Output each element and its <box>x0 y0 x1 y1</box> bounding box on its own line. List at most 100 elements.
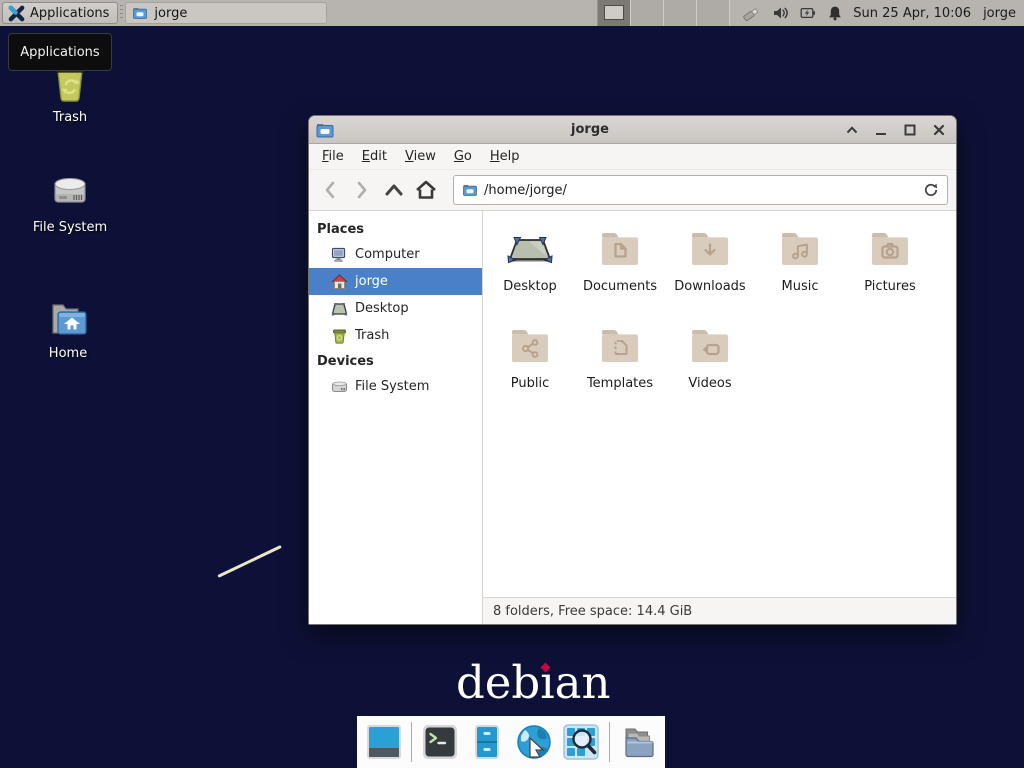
directory-menu-launcher[interactable] <box>619 723 657 761</box>
sidebar-item-jorge[interactable]: jorge <box>309 268 482 295</box>
workspace-4[interactable] <box>697 0 730 26</box>
window-content: Places Computer jorge <box>309 211 956 624</box>
close-button[interactable] <box>932 123 946 137</box>
workspace-window-thumb <box>604 5 624 20</box>
file-item-documents[interactable]: Documents <box>575 219 665 316</box>
file-manager-launcher[interactable] <box>468 723 506 761</box>
pathbar-folder-icon <box>462 182 478 198</box>
terminal-launcher[interactable] <box>421 723 459 761</box>
file-item-label: Documents <box>583 279 657 294</box>
taskbar-drag-handle[interactable] <box>120 5 123 21</box>
taskbar-window-button[interactable]: jorge <box>125 2 327 24</box>
menu-go[interactable]: Go <box>445 145 481 169</box>
panel-username: jorge <box>983 6 1016 21</box>
file-item-videos[interactable]: Videos <box>665 316 755 413</box>
folder-music-icon <box>776 225 824 273</box>
show-desktop-icon <box>367 725 401 759</box>
file-item-desktop[interactable]: Desktop <box>485 219 575 316</box>
web-browser-launcher[interactable] <box>515 723 553 761</box>
system-tray <box>742 5 843 22</box>
desktop-icon-label: File System <box>33 220 107 235</box>
sidebar-item-label: Computer <box>355 247 420 262</box>
directory-menu-folder-icon <box>619 723 657 761</box>
menu-file[interactable]: File <box>313 145 353 169</box>
folder-templates-icon <box>596 322 644 370</box>
sidebar-item-trash[interactable]: Trash <box>309 322 482 349</box>
sidebar-item-desktop[interactable]: Desktop <box>309 295 482 322</box>
file-item-label: Pictures <box>864 279 915 294</box>
volume-icon[interactable] <box>773 5 789 21</box>
home-icon <box>415 180 437 200</box>
files-area: Desktop Documents <box>483 211 956 624</box>
folder-videos-icon <box>686 322 734 370</box>
sidebar: Places Computer jorge <box>309 211 483 624</box>
window-title: jorge <box>335 122 845 137</box>
sidebar-header-devices: Devices <box>309 349 482 373</box>
removable-media-icon[interactable] <box>742 5 762 22</box>
xfce-logo-icon <box>8 5 25 22</box>
workspace-1[interactable] <box>598 0 631 26</box>
file-item-label: Videos <box>688 376 731 391</box>
application-finder-launcher[interactable] <box>562 723 600 761</box>
desktop-icon-label: Home <box>49 346 87 361</box>
desktop-pad-icon <box>506 225 554 273</box>
minimize-button[interactable] <box>874 123 888 137</box>
file-cabinet-icon <box>468 723 506 761</box>
sidebar-item-file-system[interactable]: File System <box>309 373 482 400</box>
sidebar-header-places: Places <box>309 217 482 241</box>
top-panel: Applications jorge <box>0 0 1024 26</box>
desktop-icon-label: Trash <box>53 110 87 125</box>
file-item-public[interactable]: Public <box>485 316 575 413</box>
file-item-music[interactable]: Music <box>755 219 845 316</box>
menu-view[interactable]: View <box>396 145 445 169</box>
battery-icon[interactable] <box>800 5 816 21</box>
window-titlebar[interactable]: jorge <box>309 116 956 144</box>
shade-button[interactable] <box>845 123 859 137</box>
folder-downloads-icon <box>686 225 734 273</box>
path-input[interactable] <box>484 183 917 198</box>
folder-documents-icon <box>596 225 644 273</box>
applications-menu-label: Applications <box>30 6 109 21</box>
workspace-3[interactable] <box>664 0 697 26</box>
bottom-dock <box>357 716 665 768</box>
panel-clock[interactable]: Sun 25 Apr, 10:06 <box>853 6 971 21</box>
menubar: File Edit View Go Help <box>309 144 956 170</box>
file-item-downloads[interactable]: Downloads <box>665 219 755 316</box>
window-controls <box>845 123 946 137</box>
folder-pictures-icon <box>866 225 914 273</box>
desktop-icon-file-system[interactable]: File System <box>20 168 120 235</box>
file-item-pictures[interactable]: Pictures <box>845 219 935 316</box>
pathbar[interactable] <box>453 175 948 205</box>
file-item-label: Desktop <box>503 279 557 294</box>
file-item-label: Downloads <box>674 279 745 294</box>
menu-edit[interactable]: Edit <box>353 145 396 169</box>
workspace-switcher <box>597 0 730 26</box>
notifications-bell-icon[interactable] <box>827 5 843 21</box>
forward-chevron-icon <box>356 181 368 199</box>
applications-tooltip: Applications <box>8 33 112 71</box>
home-button[interactable] <box>413 177 439 203</box>
sidebar-item-label: Trash <box>355 328 389 343</box>
menu-help[interactable]: Help <box>481 145 529 169</box>
maximize-button[interactable] <box>903 123 917 137</box>
file-item-templates[interactable]: Templates <box>575 316 665 413</box>
reload-icon[interactable] <box>923 182 939 198</box>
files-grid: Desktop Documents <box>483 211 956 597</box>
forward-button[interactable] <box>349 177 375 203</box>
file-manager-folder-icon <box>315 120 335 140</box>
toolbar <box>309 170 956 211</box>
desktop-icon <box>331 301 348 317</box>
web-browser-globe-icon <box>515 723 553 761</box>
workspace-2[interactable] <box>631 0 664 26</box>
show-desktop-button[interactable] <box>365 723 402 761</box>
home-folder-icon <box>44 294 92 342</box>
sidebar-item-computer[interactable]: Computer <box>309 241 482 268</box>
wallpaper-diagonal-line <box>217 545 281 578</box>
back-button[interactable] <box>317 177 343 203</box>
applications-menu-button[interactable]: Applications <box>2 2 118 24</box>
desktop-icon-home[interactable]: Home <box>18 294 118 361</box>
home-icon <box>331 274 348 290</box>
file-manager-window: jorge File Edit View Go Help <box>308 115 957 625</box>
drive-icon <box>331 379 348 395</box>
up-button[interactable] <box>381 177 407 203</box>
